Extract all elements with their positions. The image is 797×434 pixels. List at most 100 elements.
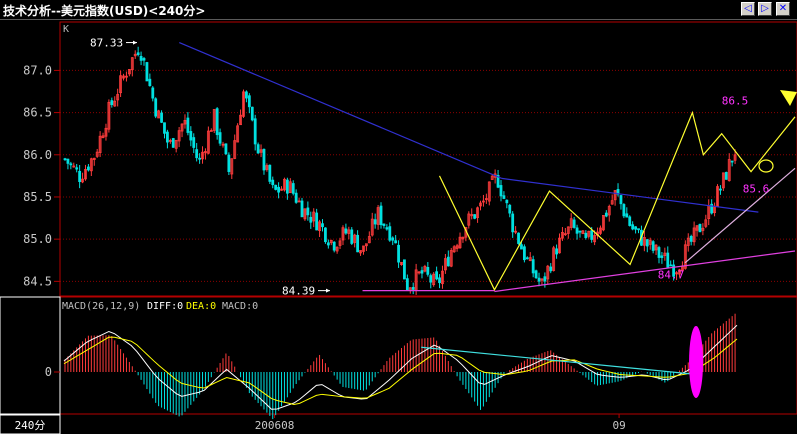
candle-body [405, 278, 409, 291]
macd-legend-macd: MACD:0 [222, 301, 258, 312]
candle-body [657, 247, 661, 258]
candle-body [511, 213, 515, 233]
candle-body [619, 195, 623, 205]
candle-body [142, 58, 146, 61]
price-y-axis: 84.5 85.0 85.5 86.0 86.5 87.0 [23, 63, 60, 288]
macd-tick-label: 0 [45, 365, 52, 379]
candle-body [517, 232, 520, 244]
macd-panel: MACD(26,12,9) DIFF:0 DEA:0 MACD:0 0 [0, 296, 797, 420]
candle-body [186, 117, 190, 133]
candle-body [151, 87, 155, 99]
candle-body [502, 195, 506, 199]
price-annotation-86-5: 86.5 [722, 95, 749, 108]
prev-button[interactable]: ◁ [741, 2, 755, 16]
candle-body [78, 170, 82, 182]
time-axis: 240分 200608 09 [0, 414, 626, 434]
candle-body [531, 259, 535, 274]
candle-body [309, 216, 313, 223]
candle-body [426, 267, 430, 275]
candle-body [689, 235, 693, 242]
candle-body [394, 240, 398, 244]
candle-body [628, 216, 632, 226]
candle-body [645, 239, 649, 247]
candle-body [634, 226, 637, 230]
candle-body [324, 227, 327, 243]
candle-body [420, 270, 424, 274]
candle-body [145, 62, 149, 82]
x-axis-labels: 200608 09 [255, 414, 626, 432]
candle-body [555, 248, 558, 255]
candle-body [382, 223, 386, 226]
candle-body [245, 91, 248, 99]
candle-body [136, 52, 140, 56]
candle-body [543, 276, 547, 282]
candle-body [171, 138, 175, 148]
candle-body [306, 207, 310, 216]
x-tick-label: 09 [612, 419, 625, 432]
candle-body [344, 228, 348, 234]
candle-body [268, 164, 272, 182]
candle-body [69, 163, 73, 166]
candle-body [326, 242, 330, 246]
candle-body [373, 219, 377, 225]
candle-body [75, 167, 79, 170]
candle-body [508, 204, 512, 214]
candle-body [520, 244, 523, 250]
candle-body [315, 212, 319, 231]
candle-body [549, 266, 553, 272]
candle-body [192, 137, 196, 148]
candle-body [435, 271, 439, 280]
candle-body [224, 143, 228, 155]
candle-body [724, 171, 728, 180]
candle-body [148, 78, 152, 87]
candle-body [87, 166, 90, 171]
window-title: 技术分析--美元指数(USD)<240分> [3, 4, 206, 18]
candle-body [397, 244, 400, 263]
candle-body [719, 188, 722, 191]
candle-body [499, 185, 503, 197]
candle-body [537, 277, 541, 282]
candle-body [198, 157, 202, 160]
candle-body [356, 234, 360, 253]
candle-body [391, 237, 395, 241]
candle-body [300, 200, 304, 218]
price-annotation-84-7: 84.7 [658, 268, 685, 281]
candle-body [166, 131, 169, 143]
candle-body [584, 232, 588, 238]
candle-body [218, 132, 222, 144]
price-annotation-84-39: 84.39 [282, 285, 315, 298]
window-titlebar: 技术分析--美元指数(USD)<240分> ◁ ▷ ✕ [0, 0, 797, 20]
next-button[interactable]: ▷ [758, 2, 772, 16]
chart-area: K 84.5 85.0 85.5 86.0 86.5 87.0 87.33 84.39 84.… [0, 21, 797, 434]
candle-body [438, 277, 441, 284]
candle-body [525, 257, 529, 260]
candle-body [505, 199, 509, 204]
candle-body [534, 270, 538, 279]
candle-body [637, 228, 640, 231]
candle-body [271, 179, 275, 186]
candle-body [575, 227, 579, 234]
candle-body [660, 255, 664, 258]
candle-body [256, 144, 260, 154]
candle-body [403, 259, 406, 280]
candle-body [604, 212, 608, 217]
close-button[interactable]: ✕ [776, 2, 790, 16]
macd-indicator-label: MACD(26,12,9) [62, 301, 140, 312]
price-tick-label: 86.0 [23, 148, 52, 162]
candle-body [247, 95, 251, 108]
candle-body [385, 227, 389, 230]
candle-body [139, 55, 143, 61]
price-annotation-87-33: 87.33 [90, 37, 123, 50]
candle-body [291, 183, 295, 194]
candle-body [110, 100, 114, 106]
price-tick-label: 84.5 [23, 274, 52, 288]
timeframe-label: 240分 [15, 419, 46, 432]
price-panel-label: K [63, 24, 69, 35]
price-tick-label: 85.5 [23, 190, 52, 204]
macd-legend-dea: DEA:0 [186, 301, 216, 312]
candle-body [522, 246, 526, 261]
candle-body [277, 186, 281, 193]
price-tick-label: 87.0 [23, 63, 52, 77]
candle-body [625, 213, 629, 218]
candle-body [446, 256, 450, 267]
